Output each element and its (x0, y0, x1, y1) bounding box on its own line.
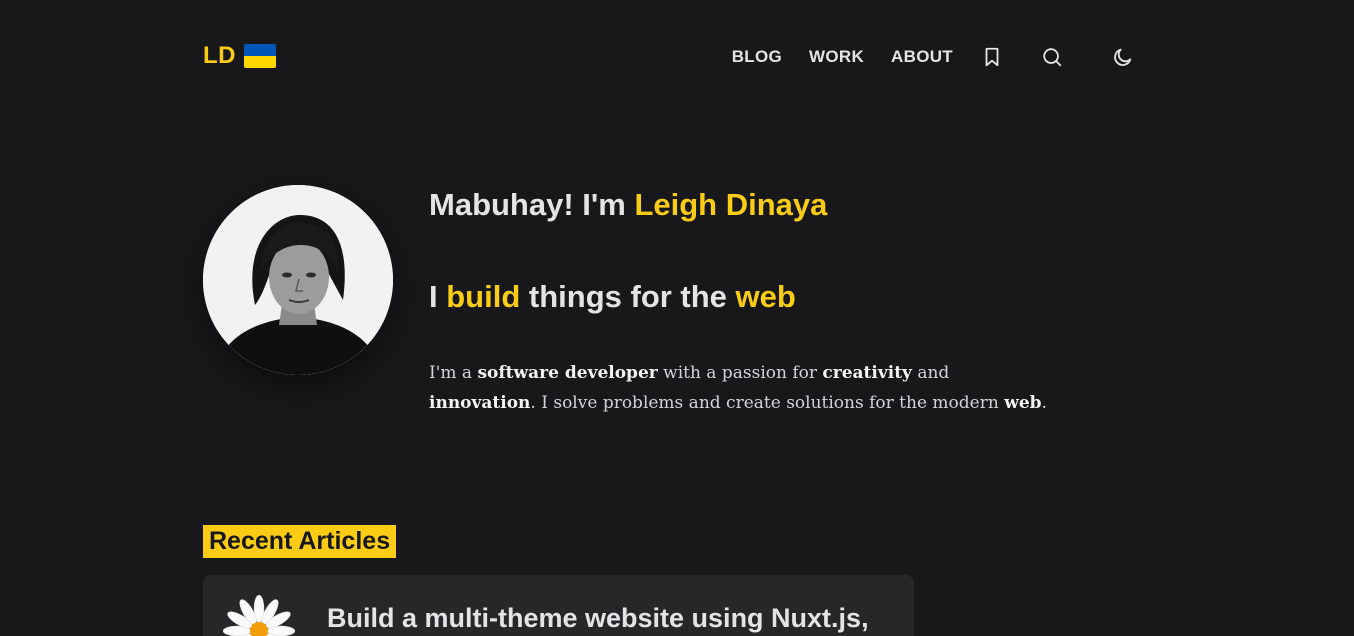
bio-strong: creativity (822, 363, 912, 383)
bio-text: I'm a software developer with a passion … (429, 358, 1049, 418)
home-logo-link[interactable]: LD (203, 42, 276, 70)
bio-part: I'm a (429, 363, 478, 383)
greeting-prefix: Mabuhay! I'm (429, 187, 635, 222)
bio-part: and (911, 363, 950, 383)
tagline-highlight-build: build (446, 279, 525, 320)
bio-part: . (1041, 393, 1047, 413)
bio-part: . I solve problems and create solutions … (530, 393, 1005, 413)
hero-greeting: Mabuhay! I'm Leigh Dinaya (429, 187, 832, 228)
hero-tagline: I build things for the web (429, 279, 801, 320)
article-card[interactable]: Build a multi-theme website using Nuxt.j… (203, 575, 914, 636)
logo-text: LD (203, 42, 236, 69)
bio-strong: innovation (429, 393, 531, 413)
bio-strong: web (1004, 393, 1042, 413)
moon-icon[interactable] (1110, 44, 1136, 70)
nav-link-about[interactable]: ABOUT (891, 47, 953, 67)
article-title[interactable]: Build a multi-theme website using Nuxt.j… (327, 603, 869, 634)
tagline-highlight-web: web (735, 279, 801, 320)
nav-link-blog[interactable]: BLOG (732, 47, 782, 67)
main-nav: BLOG WORK ABOUT (732, 38, 1136, 76)
ukraine-flag-icon (244, 44, 276, 68)
avatar (203, 185, 393, 375)
nav-link-work[interactable]: WORK (809, 47, 864, 67)
search-icon[interactable] (1039, 44, 1065, 70)
tagline-prefix: I (429, 279, 447, 314)
bio-part: with a passion for (657, 363, 823, 383)
page: LD BLOG WORK ABOUT Mabuhay! I'm Leigh Di… (0, 0, 1354, 636)
tagline-middle: things for the (520, 279, 736, 314)
bookmark-icon[interactable] (979, 44, 1005, 70)
bio-strong: software developer (477, 363, 658, 383)
daisy-icon (222, 594, 296, 636)
recent-articles-heading: Recent Articles (203, 525, 397, 558)
author-name: Leigh Dinaya (634, 187, 832, 228)
